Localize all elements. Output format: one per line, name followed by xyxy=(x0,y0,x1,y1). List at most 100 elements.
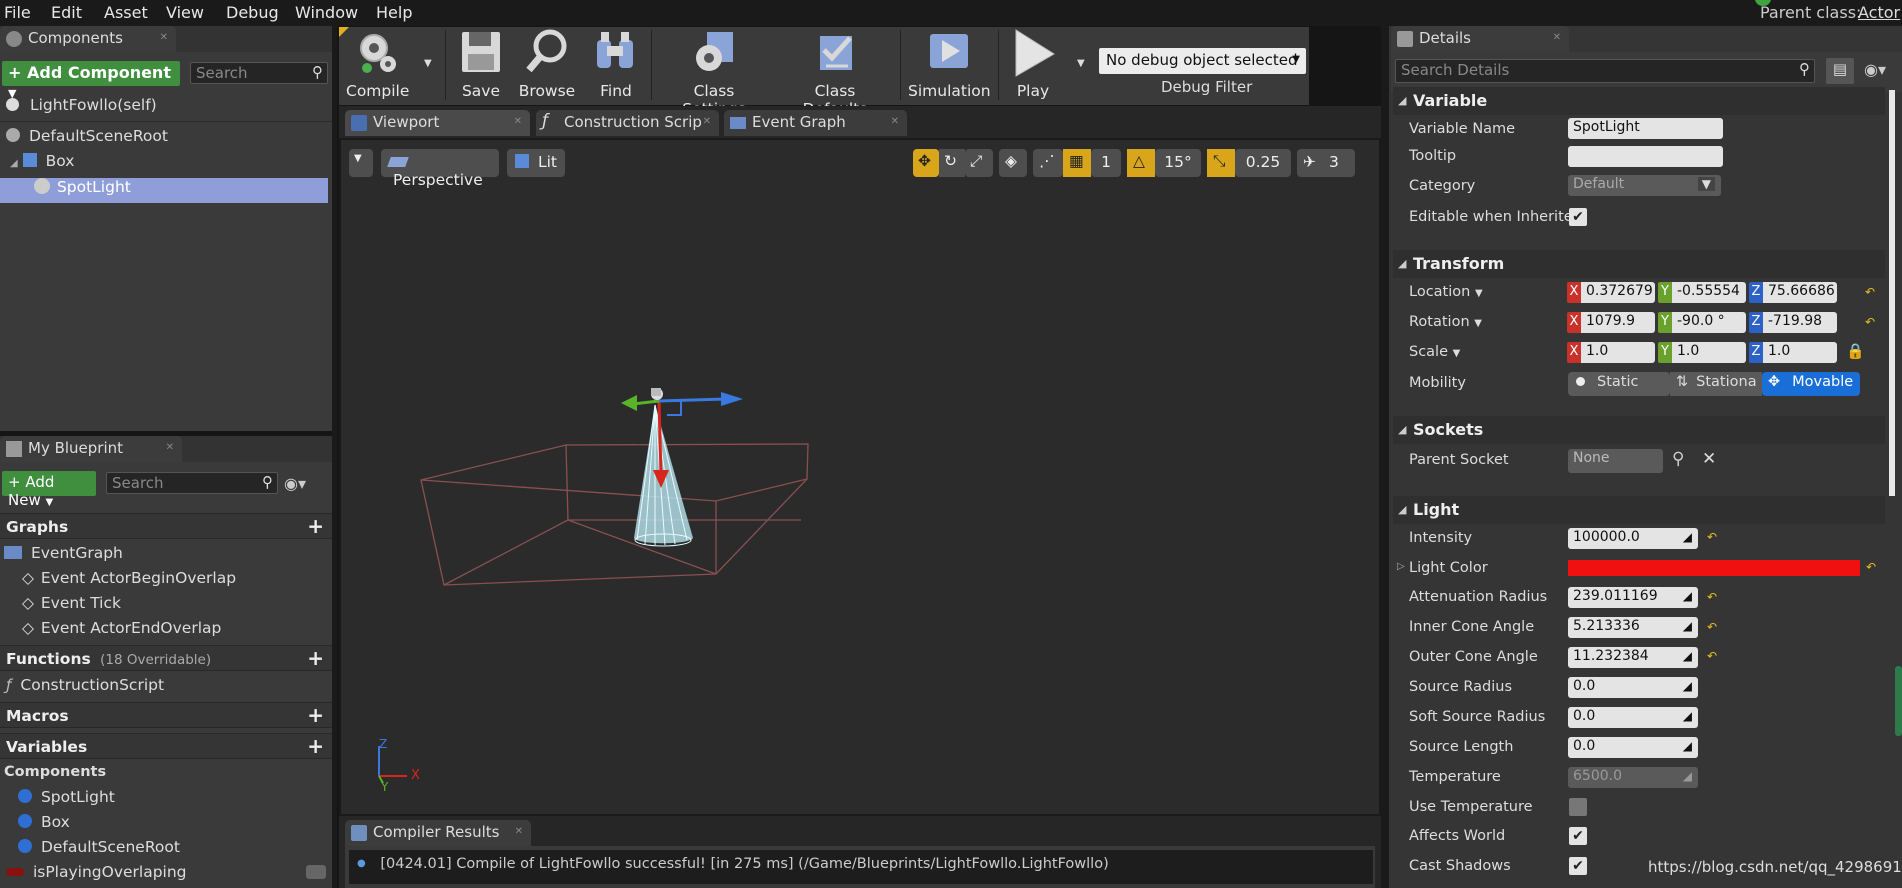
side-scroll-indicator[interactable] xyxy=(1895,666,1902,736)
rotation-label[interactable]: Rotation ▼ xyxy=(1409,314,1482,330)
search-socket-icon[interactable]: ⚲ xyxy=(1672,449,1684,469)
use-temperature-checkbox[interactable] xyxy=(1569,798,1587,816)
temperature-field[interactable]: 6500.0 ◢ xyxy=(1568,767,1698,788)
affects-world-checkbox[interactable]: ✔ xyxy=(1569,827,1587,845)
function-item-constructionscript[interactable]: ƒ ConstructionScript xyxy=(0,676,164,701)
details-search-input[interactable]: Search Details ⚲ xyxy=(1395,59,1815,83)
variable-item-defaultsceneroot[interactable]: DefaultSceneRoot xyxy=(0,838,180,863)
graph-item-endoverlap[interactable]: ◇ Event ActorEndOverlap xyxy=(0,619,221,644)
tab-construction-script[interactable]: ƒ Construction Scrip ✕ xyxy=(536,110,719,136)
rotation-x-field[interactable]: 1079.9 xyxy=(1581,312,1655,333)
cast-shadows-checkbox[interactable]: ✔ xyxy=(1569,857,1587,875)
self-row[interactable]: LightFowllo(self) xyxy=(0,96,157,121)
add-macro-icon[interactable]: + xyxy=(307,705,324,725)
close-icon[interactable]: ✕ xyxy=(166,442,174,453)
browse-button[interactable]: Browse xyxy=(517,28,577,100)
reset-attenuation-icon[interactable]: ↶ xyxy=(1707,590,1717,604)
location-label[interactable]: Location ▼ xyxy=(1409,284,1483,300)
parent-socket-field[interactable]: None xyxy=(1568,449,1663,473)
add-new-button[interactable]: + Add New ▼ xyxy=(2,471,96,509)
tab-event-graph[interactable]: Event Graph ✕ xyxy=(724,110,907,136)
variable-item-box[interactable]: Box xyxy=(0,813,70,838)
blueprint-search-input[interactable]: Search ⚲ xyxy=(106,472,278,494)
menu-asset[interactable]: Asset xyxy=(104,3,148,22)
class-defaults-button[interactable]: Class Defaults xyxy=(780,28,890,118)
reset-outer-cone-icon[interactable]: ↶ xyxy=(1707,649,1717,663)
scale-x-field[interactable]: 1.0 xyxy=(1581,342,1655,363)
eye-icon[interactable]: ◉▾ xyxy=(1864,60,1886,79)
visibility-icon[interactable] xyxy=(306,865,326,879)
tab-viewport[interactable]: Viewport ✕ xyxy=(345,110,530,136)
close-icon[interactable]: ✕ xyxy=(160,32,168,43)
components-category[interactable]: Components xyxy=(0,764,106,789)
tab-my-blueprint[interactable]: My Blueprint ✕ xyxy=(0,436,182,462)
close-icon[interactable]: ✕ xyxy=(702,116,711,127)
tab-compiler-results[interactable]: Compiler Results ✕ xyxy=(345,820,531,846)
reset-light-color-icon[interactable]: ↶ xyxy=(1866,560,1876,574)
reset-inner-cone-icon[interactable]: ↶ xyxy=(1707,620,1717,634)
tree-item-spotlight[interactable]: SpotLight xyxy=(0,178,328,203)
light-color-swatch[interactable] xyxy=(1568,560,1860,576)
debug-object-select[interactable]: No debug object selected ▼ xyxy=(1099,48,1306,74)
location-z-field[interactable]: 75.66686 xyxy=(1763,282,1837,303)
expand-arrow-icon[interactable]: ▷ xyxy=(1397,561,1405,572)
functions-header[interactable]: Functions (18 Overridable) + xyxy=(0,645,332,671)
property-matrix-icon[interactable]: ▤ xyxy=(1826,58,1854,84)
tree-item-defaultsceneroot[interactable]: DefaultSceneRoot xyxy=(0,127,168,152)
close-icon[interactable]: ✕ xyxy=(514,116,522,127)
eye-icon[interactable]: ◉▾ xyxy=(284,474,306,493)
play-options-chevron-icon[interactable]: ▼ xyxy=(1077,58,1085,69)
find-button[interactable]: Find xyxy=(588,28,644,100)
compile-options-chevron-icon[interactable]: ▼ xyxy=(424,58,432,69)
close-icon[interactable]: ✕ xyxy=(1553,32,1561,43)
menu-help[interactable]: Help xyxy=(376,3,412,22)
graphs-header[interactable]: Graphs + xyxy=(0,513,332,539)
tab-details[interactable]: Details ✕ xyxy=(1391,26,1569,52)
mobility-movable-button[interactable]: ✥ Movable xyxy=(1762,372,1860,396)
mobility-static-button[interactable]: Static xyxy=(1568,372,1670,396)
outer-cone-angle-field[interactable]: 11.232384 ◢ xyxy=(1568,647,1698,668)
add-variable-icon[interactable]: + xyxy=(307,736,324,756)
transform-category-header[interactable]: ◢ Transform xyxy=(1393,250,1885,278)
add-function-icon[interactable]: + xyxy=(307,648,324,668)
add-component-button[interactable]: + Add Component ▼ xyxy=(2,61,180,100)
add-graph-icon[interactable]: + xyxy=(307,516,324,536)
lock-icon[interactable]: 🔒 xyxy=(1846,342,1865,360)
variable-name-field[interactable]: SpotLight xyxy=(1568,118,1723,139)
parent-class-link[interactable]: Actor xyxy=(1858,3,1900,22)
menu-edit[interactable]: Edit xyxy=(51,3,82,22)
play-button[interactable]: Play xyxy=(1004,28,1062,100)
intensity-field[interactable]: 100000.0 ◢ xyxy=(1568,528,1698,549)
close-icon[interactable]: ✕ xyxy=(515,826,523,837)
menu-view[interactable]: View xyxy=(166,3,204,22)
scale-label[interactable]: Scale ▼ xyxy=(1409,344,1460,360)
category-select[interactable]: Default ▼ xyxy=(1568,175,1721,196)
scale-z-field[interactable]: 1.0 xyxy=(1763,342,1837,363)
graph-item-tick[interactable]: ◇ Event Tick xyxy=(0,594,121,619)
menu-debug[interactable]: Debug xyxy=(226,3,279,22)
panel-splitter[interactable] xyxy=(332,26,337,888)
rotation-z-field[interactable]: -719.98 xyxy=(1763,312,1837,333)
details-scrollbar-thumb[interactable] xyxy=(1889,90,1895,496)
clear-socket-icon[interactable]: ✕ xyxy=(1702,449,1716,469)
sockets-category-header[interactable]: ◢ Sockets xyxy=(1393,416,1885,444)
reset-intensity-icon[interactable]: ↶ xyxy=(1707,530,1717,544)
location-y-field[interactable]: -0.55554 xyxy=(1672,282,1746,303)
variables-header[interactable]: Variables + xyxy=(0,733,332,759)
class-settings-button[interactable]: Class Settings xyxy=(661,28,767,118)
editable-checkbox[interactable]: ✔ xyxy=(1569,208,1587,226)
source-length-field[interactable]: 0.0 ◢ xyxy=(1568,737,1698,758)
scale-y-field[interactable]: 1.0 xyxy=(1672,342,1746,363)
variable-item-isplayingoverlaping[interactable]: isPlayingOverlaping xyxy=(0,863,332,888)
simulation-button[interactable]: Simulation xyxy=(908,28,991,100)
compile-button[interactable]: Compile xyxy=(346,28,409,100)
rotation-y-field[interactable]: -90.0 ° xyxy=(1672,312,1746,333)
variable-item-spotlight[interactable]: SpotLight xyxy=(0,788,115,813)
graph-item-beginoverlap[interactable]: ◇ Event ActorBeginOverlap xyxy=(0,569,236,594)
source-radius-field[interactable]: 0.0 ◢ xyxy=(1568,677,1698,698)
variable-category-header[interactable]: ◢ Variable xyxy=(1393,87,1885,115)
graph-item-eventgraph[interactable]: EventGraph xyxy=(0,544,123,569)
components-search-input[interactable]: Search ⚲ xyxy=(190,62,328,84)
location-x-field[interactable]: 0.372679 xyxy=(1581,282,1655,303)
soft-source-radius-field[interactable]: 0.0 ◢ xyxy=(1568,707,1698,728)
